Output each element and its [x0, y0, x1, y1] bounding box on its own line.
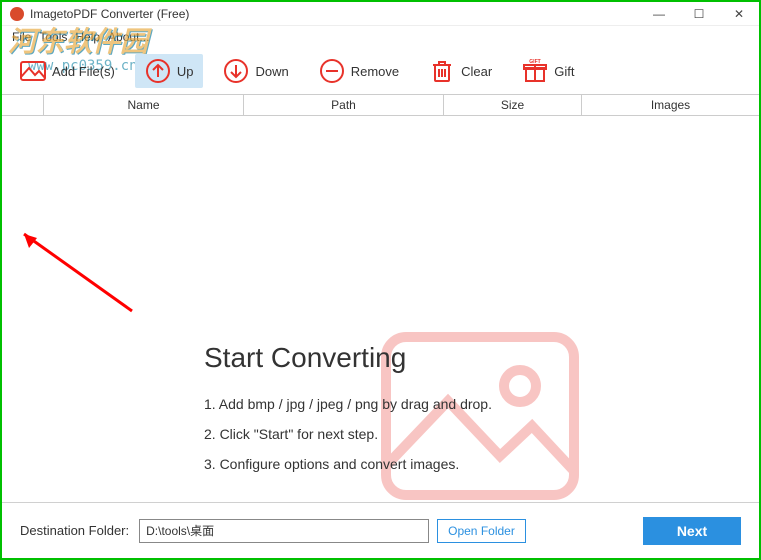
window-controls: — ☐ ✕ [639, 2, 759, 26]
remove-button[interactable]: Remove [309, 54, 409, 88]
up-button[interactable]: Up [135, 54, 204, 88]
cta-step3: 3. Configure options and convert images. [204, 456, 492, 472]
remove-label: Remove [351, 64, 399, 79]
window-title: ImagetoPDF Converter (Free) [30, 7, 189, 21]
annotation-arrow [12, 226, 142, 316]
col-images[interactable]: Images [582, 95, 759, 115]
app-icon [10, 7, 24, 21]
start-converting-block: Start Converting 1. Add bmp / jpg / jpeg… [204, 342, 492, 486]
image-icon [20, 58, 46, 84]
up-label: Up [177, 64, 194, 79]
gift-label: Gift [554, 64, 574, 79]
arrow-up-icon [145, 58, 171, 84]
menu-about[interactable]: About... [108, 30, 149, 44]
down-button[interactable]: Down [213, 54, 298, 88]
svg-text:GIFT: GIFT [530, 59, 541, 65]
destination-input[interactable] [139, 519, 429, 543]
trash-icon [429, 58, 455, 84]
col-name[interactable]: Name [44, 95, 244, 115]
cta-title: Start Converting [204, 342, 492, 374]
clear-label: Clear [461, 64, 492, 79]
col-size[interactable]: Size [444, 95, 582, 115]
arrow-down-icon [223, 58, 249, 84]
menu-file[interactable]: File [12, 30, 31, 44]
next-button[interactable]: Next [643, 517, 741, 545]
gift-button[interactable]: GIFT Gift [512, 54, 584, 88]
open-folder-button[interactable]: Open Folder [437, 519, 526, 543]
menu-help[interactable]: Help [75, 30, 100, 44]
minimize-button[interactable]: — [639, 2, 679, 26]
clear-button[interactable]: Clear [419, 54, 502, 88]
column-headers: Name Path Size Images [2, 94, 759, 116]
down-label: Down [255, 64, 288, 79]
destination-label: Destination Folder: [20, 523, 129, 538]
gift-icon: GIFT [522, 58, 548, 84]
toolbar: Add File(s) Up Down Remove Clear GIFT Gi… [2, 48, 759, 94]
content-area[interactable]: Start Converting 1. Add bmp / jpg / jpeg… [2, 116, 759, 486]
col-checkbox[interactable] [2, 95, 44, 115]
close-button[interactable]: ✕ [719, 2, 759, 26]
footer: Destination Folder: Open Folder Next [2, 502, 759, 558]
add-files-button[interactable]: Add File(s) [10, 54, 125, 88]
cta-step2: 2. Click "Start" for next step. [204, 426, 492, 442]
titlebar: ImagetoPDF Converter (Free) — ☐ ✕ [2, 2, 759, 26]
maximize-button[interactable]: ☐ [679, 2, 719, 26]
minus-icon [319, 58, 345, 84]
cta-step1: 1. Add bmp / jpg / jpeg / png by drag an… [204, 396, 492, 412]
add-files-label: Add File(s) [52, 64, 115, 79]
col-path[interactable]: Path [244, 95, 444, 115]
menubar: File Tools Help About... [2, 26, 759, 48]
menu-tools[interactable]: Tools [39, 30, 67, 44]
